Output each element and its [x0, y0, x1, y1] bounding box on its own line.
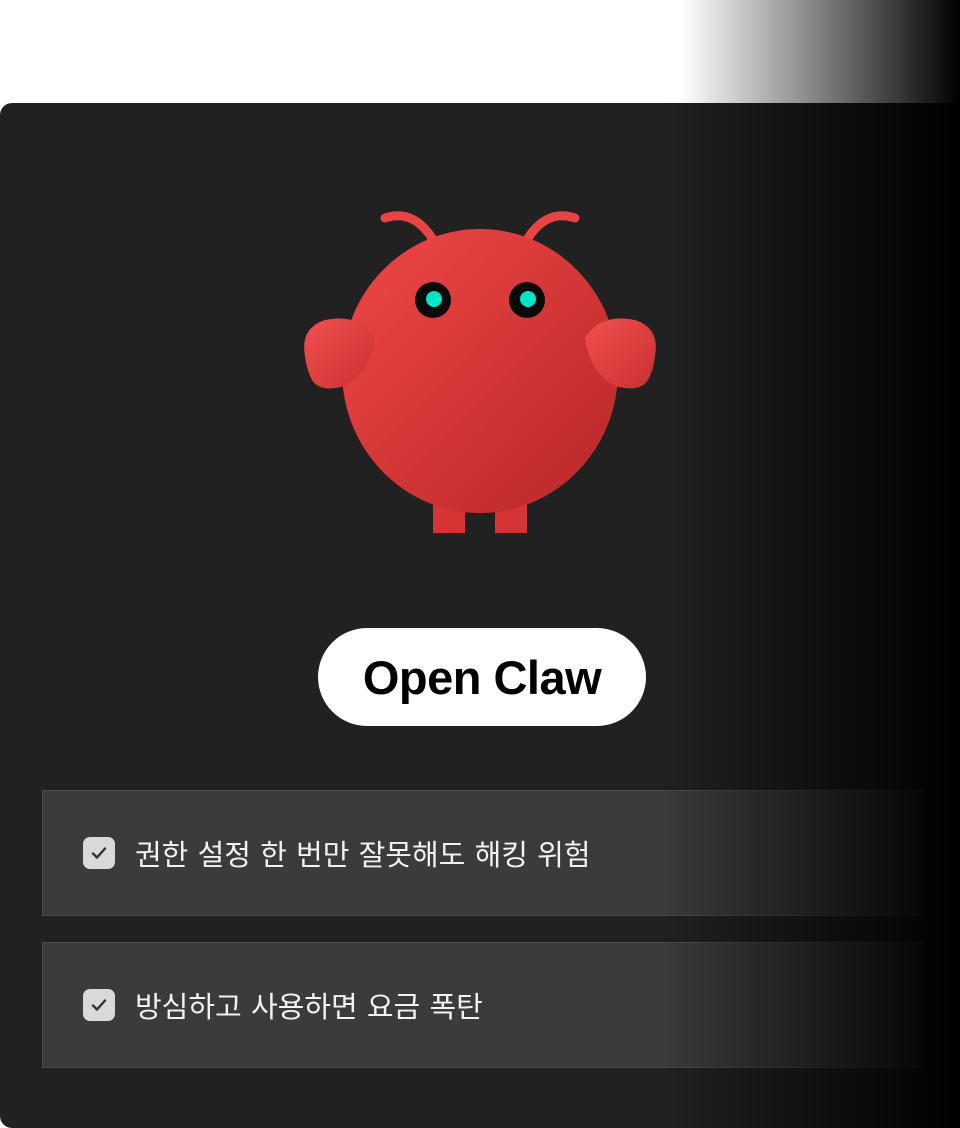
- promo-card: Open Claw 권한 설정 한 번만 잘못해도 해킹 위험 방심하고 사용하…: [0, 103, 960, 1128]
- check-icon: [91, 847, 107, 859]
- page: Open Claw 권한 설정 한 번만 잘못해도 해킹 위험 방심하고 사용하…: [0, 0, 960, 1128]
- list-item: 권한 설정 한 번만 잘못해도 해킹 위험: [42, 790, 922, 916]
- mascot-icon: [304, 211, 656, 533]
- list-item: 방심하고 사용하면 요금 폭탄: [42, 942, 922, 1068]
- list-item-label: 권한 설정 한 번만 잘못해도 해킹 위험: [135, 838, 591, 872]
- app-title: Open Claw: [318, 628, 646, 726]
- checkbox[interactable]: [83, 837, 115, 869]
- checkbox[interactable]: [83, 989, 115, 1021]
- check-icon: [91, 999, 107, 1011]
- top-right-fade: [680, 0, 960, 104]
- list-item-label: 방심하고 사용하면 요금 폭탄: [135, 990, 483, 1024]
